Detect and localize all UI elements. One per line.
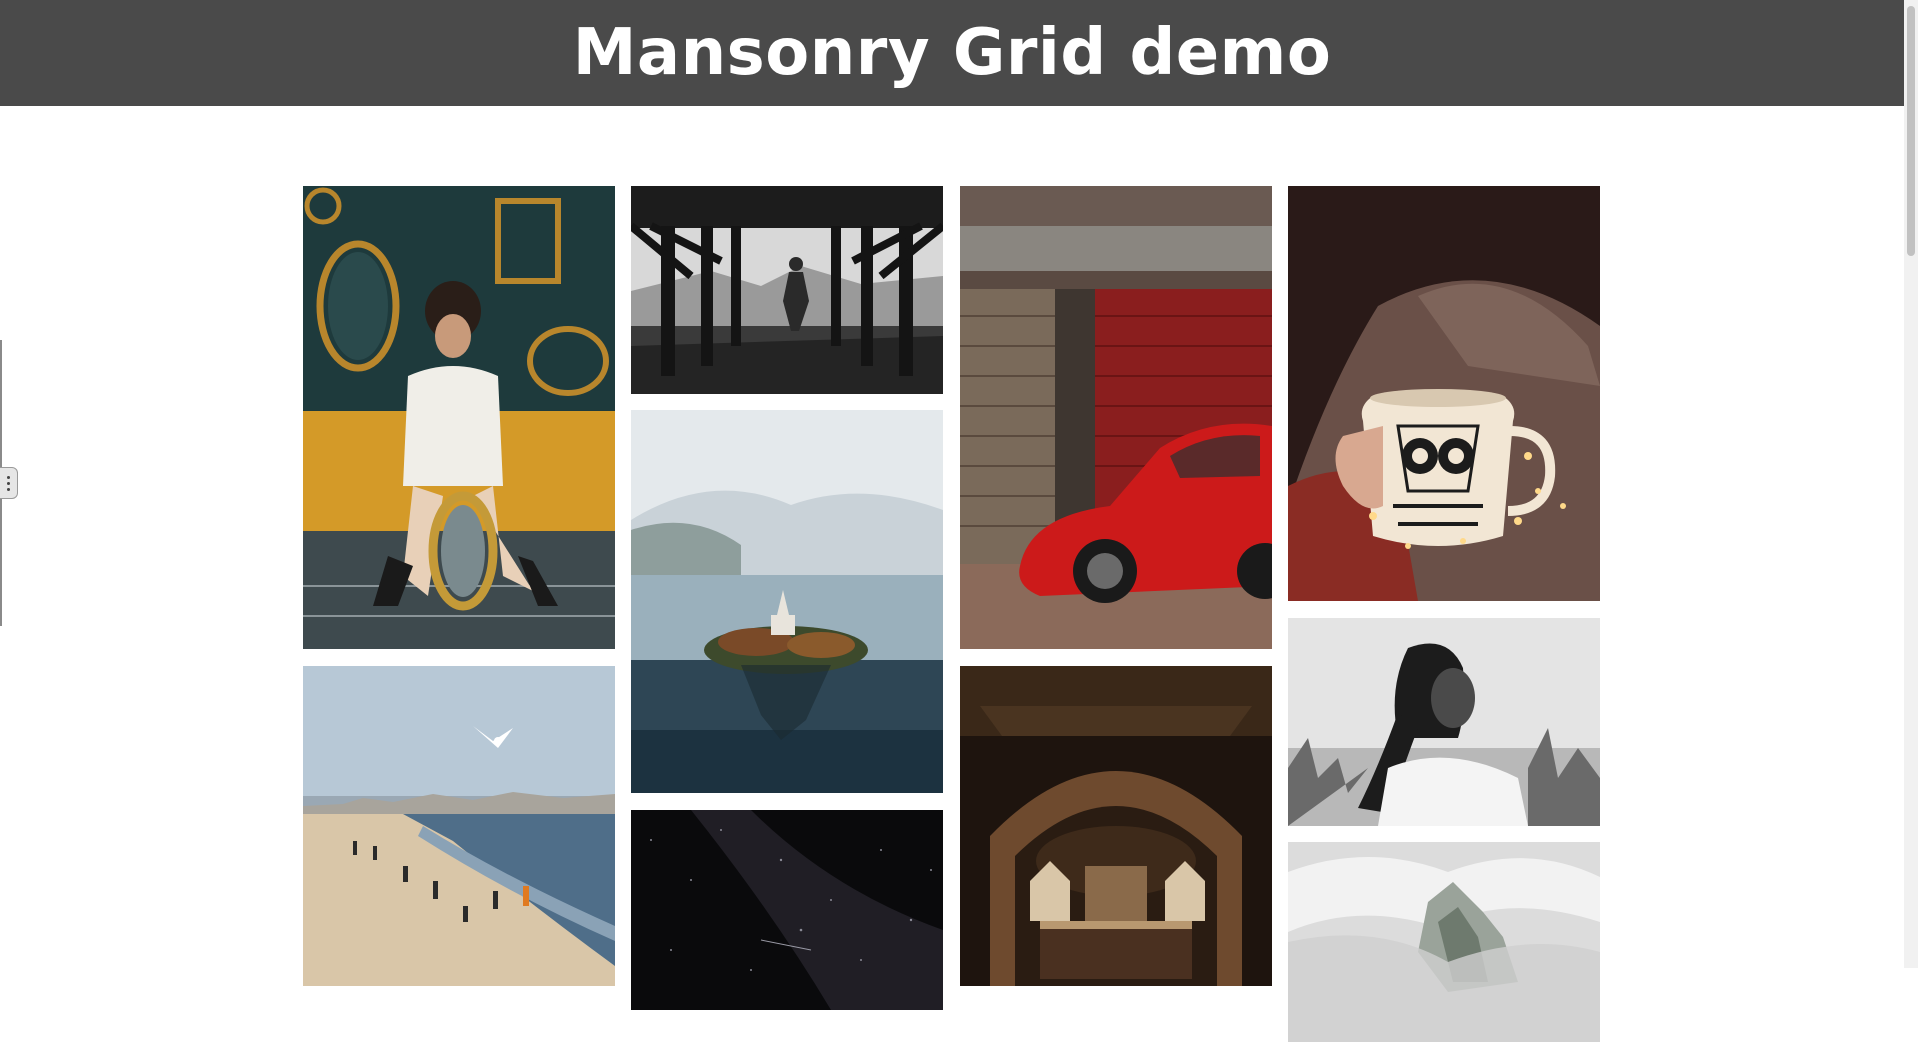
photo-lake-island-church[interactable] — [631, 410, 943, 793]
page-header: Mansonry Grid demo — [0, 0, 1904, 106]
side-panel-handle[interactable] — [0, 467, 18, 499]
photo-woman-with-mirrors[interactable] — [303, 186, 615, 649]
scrollbar-thumb[interactable] — [1907, 6, 1915, 256]
photo-red-beetle-car[interactable] — [960, 186, 1272, 649]
vertical-scrollbar[interactable] — [1904, 0, 1918, 968]
masonry-grid — [303, 186, 1601, 1042]
photo-smiling-woman-bw[interactable] — [1288, 618, 1600, 826]
photo-beach-with-seagull[interactable] — [303, 666, 615, 986]
drag-dot-icon — [7, 487, 10, 491]
photo-owl-mug-fairy-lights[interactable] — [1288, 186, 1600, 601]
photo-misty-forest[interactable] — [1288, 842, 1600, 1042]
drag-dot-icon — [7, 475, 10, 479]
photo-church-dome-interior[interactable] — [960, 666, 1272, 986]
drag-dot-icon — [7, 481, 10, 485]
photo-night-sky-stars[interactable] — [631, 810, 943, 1010]
photo-pier-bw[interactable] — [631, 186, 943, 394]
page-title: Mansonry Grid demo — [572, 16, 1332, 90]
